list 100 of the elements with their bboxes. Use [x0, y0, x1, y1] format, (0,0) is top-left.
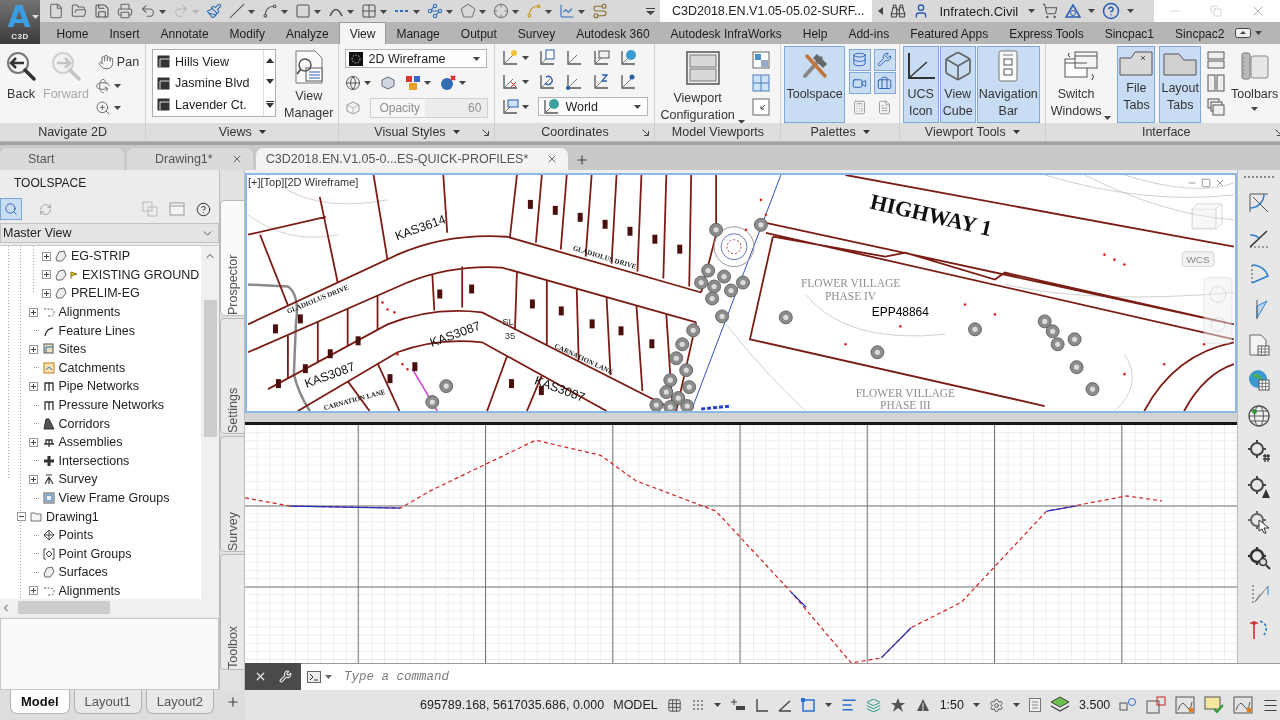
star-icon[interactable]: [889, 697, 906, 713]
space-button[interactable]: MODEL: [613, 698, 658, 712]
caret-icon[interactable]: [473, 56, 481, 61]
table-sheet-icon[interactable]: [1247, 332, 1271, 357]
scroll-down-icon[interactable]: [265, 79, 274, 85]
interface-tab-button[interactable]: File Tabs: [1117, 46, 1156, 123]
view-dropdown[interactable]: Master View: [0, 223, 219, 243]
curve-icon[interactable]: [526, 3, 552, 19]
ribbon-tab[interactable]: Survey: [507, 23, 566, 44]
cart-icon[interactable]: [1042, 3, 1059, 19]
ribbon-toggle-icon[interactable]: [1234, 28, 1251, 38]
viewport-control[interactable]: [Top]: [260, 176, 285, 188]
list-expand-icon[interactable]: [265, 100, 274, 108]
caret-icon[interactable]: [113, 84, 121, 89]
window-magnifier-icon[interactable]: [292, 50, 325, 84]
caret-icon[interactable]: [364, 81, 372, 85]
expand-icon[interactable]: [29, 307, 38, 317]
axis-cross-icon[interactable]: [501, 73, 520, 91]
tree-item[interactable]: Corridors: [58, 416, 110, 431]
caret-icon[interactable]: [1251, 107, 1259, 111]
chart-line-icon[interactable]: [559, 3, 585, 19]
chart-frame-icon[interactable]: [1175, 696, 1196, 714]
scroll-up-icon[interactable]: [265, 58, 274, 64]
ball-icon[interactable]: [440, 75, 457, 91]
dot-grid-icon[interactable]: [690, 698, 705, 712]
viewport-split-icon[interactable]: [751, 50, 770, 69]
tree-item[interactable]: Points: [58, 528, 94, 543]
axis-bulb-icon[interactable]: [501, 49, 520, 67]
caret-icon[interactable]: [1104, 116, 1112, 120]
paintbrush-icon[interactable]: [206, 3, 222, 19]
ribbon-tab[interactable]: Autodesk InfraWorks: [660, 23, 793, 44]
cascade-icon[interactable]: [1206, 98, 1225, 117]
viewport-grid-icon[interactable]: [751, 74, 770, 93]
square-select-icon[interactable]: [800, 697, 816, 713]
palette-button[interactable]: [873, 72, 896, 95]
toolspace-button[interactable]: Toolspace: [784, 46, 845, 123]
viewport-tool-button[interactable]: View Cube: [939, 46, 976, 123]
scale-button[interactable]: 1:50: [939, 698, 964, 712]
overlapping-squares-icon[interactable]: [1146, 696, 1167, 714]
side-tab[interactable]: Toolbox: [220, 554, 244, 670]
axis-document-icon[interactable]: [538, 49, 557, 67]
back-button[interactable]: Back: [3, 46, 39, 123]
caret-icon[interactable]: [634, 104, 642, 109]
view-list-item[interactable]: Lavender Ct.: [153, 94, 264, 116]
caret-icon[interactable]: [1254, 31, 1262, 35]
grid-icon[interactable]: [666, 697, 682, 713]
value-readout[interactable]: 3.500: [1079, 698, 1111, 712]
caret-icon[interactable]: [713, 703, 721, 707]
caret-icon[interactable]: [452, 130, 460, 134]
customize-caret-icon[interactable]: [645, 7, 655, 15]
ribbon-tab[interactable]: View: [339, 22, 386, 44]
grid-square-icon[interactable]: [361, 3, 387, 19]
ribbon-tab[interactable]: Home: [46, 23, 99, 44]
navigation-bar[interactable]: [1203, 277, 1233, 344]
line-icon[interactable]: [229, 3, 255, 19]
tree-item[interactable]: Drawing1: [46, 509, 99, 524]
viewport-panes-icon[interactable]: [684, 50, 721, 86]
caret-icon[interactable]: [1028, 9, 1036, 13]
pentagon-icon[interactable]: [460, 3, 486, 19]
crosshair-grid-icon[interactable]: [1247, 439, 1271, 463]
ribbon-tab[interactable]: Insert: [99, 23, 151, 44]
axis-rotate-icon[interactable]: [538, 73, 557, 91]
tree-item[interactable]: PRELIM-EG: [71, 286, 140, 301]
expand-icon[interactable]: [41, 251, 51, 261]
crosshair-icon[interactable]: [493, 3, 519, 19]
file-tab[interactable]: C3D2018.EN.V1.05-0...ES-QUICK-PROFILES*: [255, 148, 569, 170]
ribbon-tab[interactable]: Featured Apps: [899, 23, 999, 44]
cubes-icon[interactable]: [405, 75, 422, 91]
triangle-icon[interactable]: [914, 697, 931, 713]
axis-globe-icon[interactable]: [619, 49, 638, 67]
plus-icon[interactable]: [226, 695, 241, 709]
caret-icon[interactable]: [522, 56, 530, 60]
close-icon[interactable]: [254, 670, 267, 683]
launcher-icon[interactable]: [1274, 128, 1280, 136]
caret-icon[interactable]: [1012, 130, 1020, 134]
layer-stack-icon[interactable]: [1050, 696, 1070, 714]
crosshair-magnifier-icon[interactable]: [1247, 545, 1271, 570]
file-tab[interactable]: Start: [0, 148, 124, 170]
printer-icon[interactable]: [117, 3, 133, 19]
caret-icon[interactable]: [325, 675, 332, 679]
lines-icon[interactable]: [840, 697, 857, 713]
palette-button[interactable]: [873, 48, 896, 71]
tree-item[interactable]: Sites: [58, 342, 87, 357]
side-tab[interactable]: Survey: [220, 436, 244, 552]
nodes-icon[interactable]: [427, 3, 453, 19]
tree-item[interactable]: EG-STRIP: [71, 249, 131, 264]
scrollbar-thumb[interactable]: [18, 601, 110, 614]
toolbars-button[interactable]: Toolbars: [1228, 46, 1280, 123]
sheet-icon[interactable]: [1029, 698, 1041, 712]
tree-item[interactable]: Survey: [58, 472, 98, 487]
caret-icon[interactable]: [1127, 9, 1135, 13]
ribbon-tab[interactable]: Help: [792, 23, 838, 44]
user-name[interactable]: Infratech.Civil: [939, 3, 1019, 19]
toolbars-icon[interactable]: [1238, 50, 1271, 82]
axis-point-icon[interactable]: [619, 73, 638, 91]
tree-item[interactable]: Catchments: [58, 360, 126, 375]
ribbon-tab[interactable]: Add-ins: [837, 23, 900, 44]
caret-icon[interactable]: [522, 80, 530, 84]
caret-icon[interactable]: [824, 703, 832, 707]
shapes-icon[interactable]: [1119, 697, 1138, 713]
